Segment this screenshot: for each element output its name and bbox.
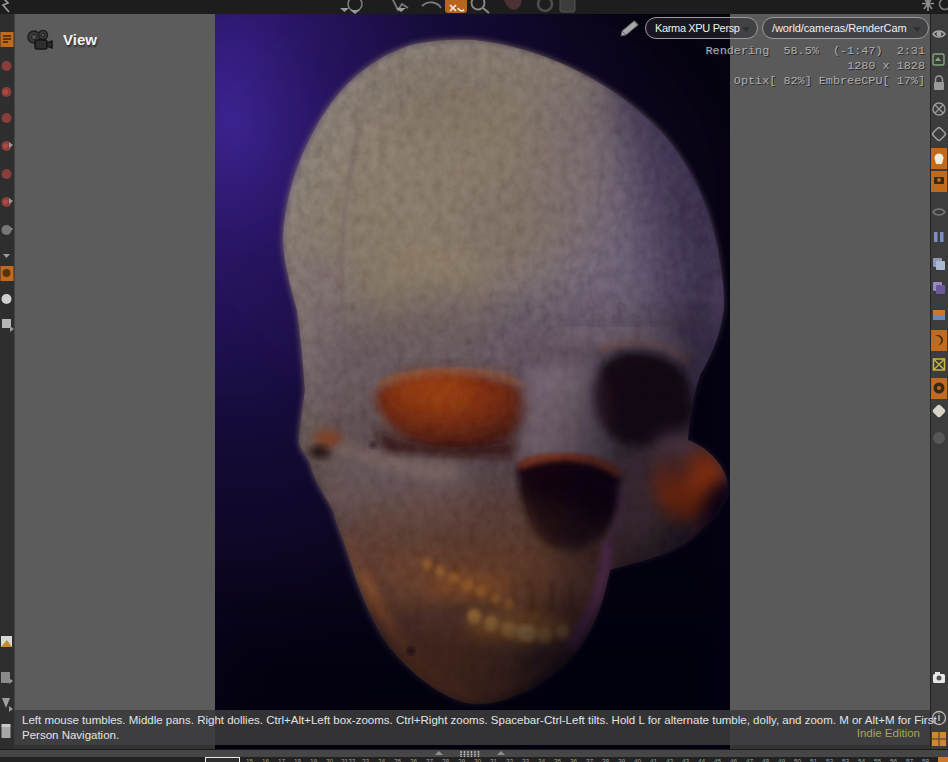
svg-text:42: 42 [666,758,674,762]
svg-text:18: 18 [294,758,302,762]
svg-text:20: 20 [326,758,334,762]
svg-text:24: 24 [378,758,386,762]
svg-text:31: 31 [490,758,498,762]
svg-text:38: 38 [602,758,610,762]
svg-text:23: 23 [362,758,370,762]
svg-text:58: 58 [922,758,930,762]
svg-text:2122: 2122 [341,758,356,762]
svg-text:57: 57 [906,758,914,762]
svg-text:16: 16 [262,758,270,762]
svg-text:33: 33 [522,758,530,762]
svg-text:35: 35 [554,758,562,762]
svg-text:19: 19 [310,758,318,762]
svg-text:30: 30 [474,758,482,762]
svg-text:34: 34 [538,758,546,762]
svg-text:56: 56 [890,758,898,762]
svg-text:55: 55 [874,758,882,762]
svg-text:37: 37 [586,758,594,762]
svg-text:47: 47 [746,758,754,762]
svg-text:32: 32 [506,758,514,762]
svg-text:50: 50 [794,758,802,762]
svg-text:43: 43 [682,758,690,762]
svg-text:27: 27 [426,758,434,762]
svg-text:26: 26 [410,758,418,762]
svg-text:25: 25 [394,758,402,762]
svg-text:39: 39 [618,758,626,762]
svg-text:53: 53 [842,758,850,762]
svg-text:29: 29 [458,758,466,762]
svg-text:36: 36 [570,758,578,762]
svg-text:52: 52 [826,758,834,762]
svg-text:51: 51 [810,758,818,762]
svg-text:45: 45 [714,758,722,762]
svg-text:48: 48 [762,758,770,762]
svg-text:15: 15 [246,758,254,762]
svg-text:54: 54 [858,758,866,762]
svg-text:41: 41 [650,758,658,762]
svg-text:28: 28 [442,758,450,762]
svg-text:49: 49 [778,758,786,762]
svg-text:46: 46 [730,758,738,762]
svg-text:44: 44 [698,758,706,762]
svg-text:40: 40 [634,758,642,762]
svg-text:17: 17 [278,758,286,762]
